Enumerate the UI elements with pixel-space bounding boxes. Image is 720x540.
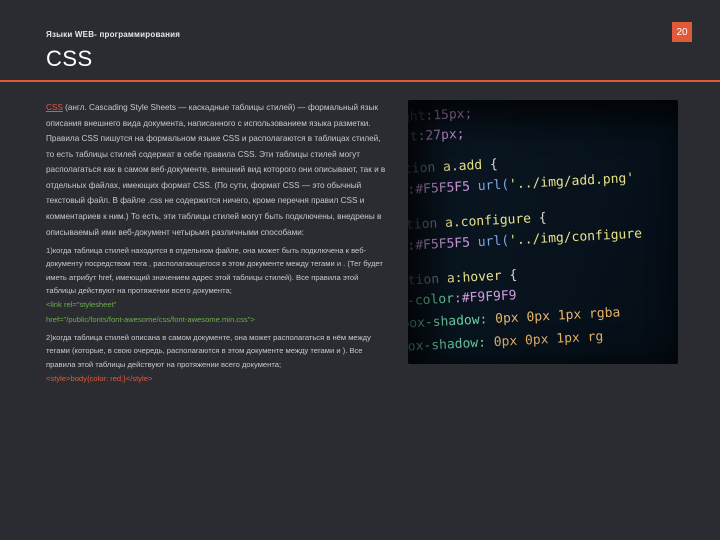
img-l5a: tion: [408, 216, 445, 233]
image-column: ght:15px; ft:27px; tion a.add { und:#F5F…: [400, 100, 720, 540]
img-l6b: :#F5F5F5: [408, 235, 478, 254]
img-l7b: a:hover: [447, 269, 503, 287]
breadcrumb: Языки WEB- программирования: [46, 30, 180, 39]
intro-text: (англ. Cascading Style Sheets — каскадны…: [46, 103, 378, 128]
img-l6c: url(: [477, 233, 509, 250]
text-column: CSS (англ. Cascading Style Sheets — каск…: [0, 100, 400, 540]
img-l5b: a.configure: [445, 211, 532, 230]
accent-rule: [0, 80, 720, 82]
img-l7c: {: [501, 268, 517, 284]
img-l1b: :15px;: [425, 106, 473, 123]
item-1-text: когда таблица стилей находится в отдельн…: [46, 246, 383, 295]
img-l2b: :27px;: [417, 127, 465, 144]
img-l8b: color: [415, 292, 455, 309]
img-l9a: it-box-shadow:: [408, 312, 488, 333]
item-1-number: 1): [46, 246, 53, 255]
img-l8c: :#F9F9F9: [454, 288, 517, 306]
code-snippet-1-line-2: href="/public/fonts/font-awesome/css/fon…: [46, 314, 390, 327]
paragraph-2: Правила CSS пишутся на формальном языке …: [46, 131, 390, 240]
img-l3a: tion: [408, 160, 443, 177]
img-l3b: a.add: [443, 158, 483, 175]
img-l4d: '../img/add.png': [509, 171, 635, 193]
page-number-badge: 20: [672, 22, 692, 42]
img-l3c: {: [482, 157, 498, 173]
img-l10a: box-shadow:: [408, 336, 486, 355]
img-l10b: 0px 0px 1px rg: [493, 329, 603, 350]
img-l5c: {: [531, 211, 547, 227]
img-l7a: ation: [408, 272, 447, 289]
content-area: CSS (англ. Cascading Style Sheets — каск…: [0, 100, 720, 540]
img-l1a: ght: [408, 109, 426, 125]
css-link[interactable]: CSS: [46, 103, 63, 112]
code-snippet-1-line-1: <link rel="stylesheet": [46, 299, 390, 312]
item-2-text: когда таблица стилей описана в самом док…: [46, 333, 371, 369]
intro-paragraph: CSS (англ. Cascading Style Sheets — каск…: [46, 100, 390, 131]
list-item-2: 2)когда таблица стилей описана в самом д…: [46, 331, 390, 371]
img-l9b: 0px 0px 1px rgba: [495, 305, 621, 327]
list-item-1: 1)когда таблица стилей находится в отдел…: [46, 244, 390, 297]
item-2-number: 2): [46, 333, 53, 342]
code-snippet-2: <style>body{color: red;}</style>: [46, 373, 390, 386]
img-l6d: '../img/configure: [509, 226, 643, 248]
img-l4b: :#F5F5F5: [408, 179, 478, 198]
code-editor-image: ght:15px; ft:27px; tion a.add { und:#F5F…: [408, 100, 678, 364]
page-title: CSS: [46, 46, 93, 72]
img-l4c: url(: [477, 177, 509, 194]
